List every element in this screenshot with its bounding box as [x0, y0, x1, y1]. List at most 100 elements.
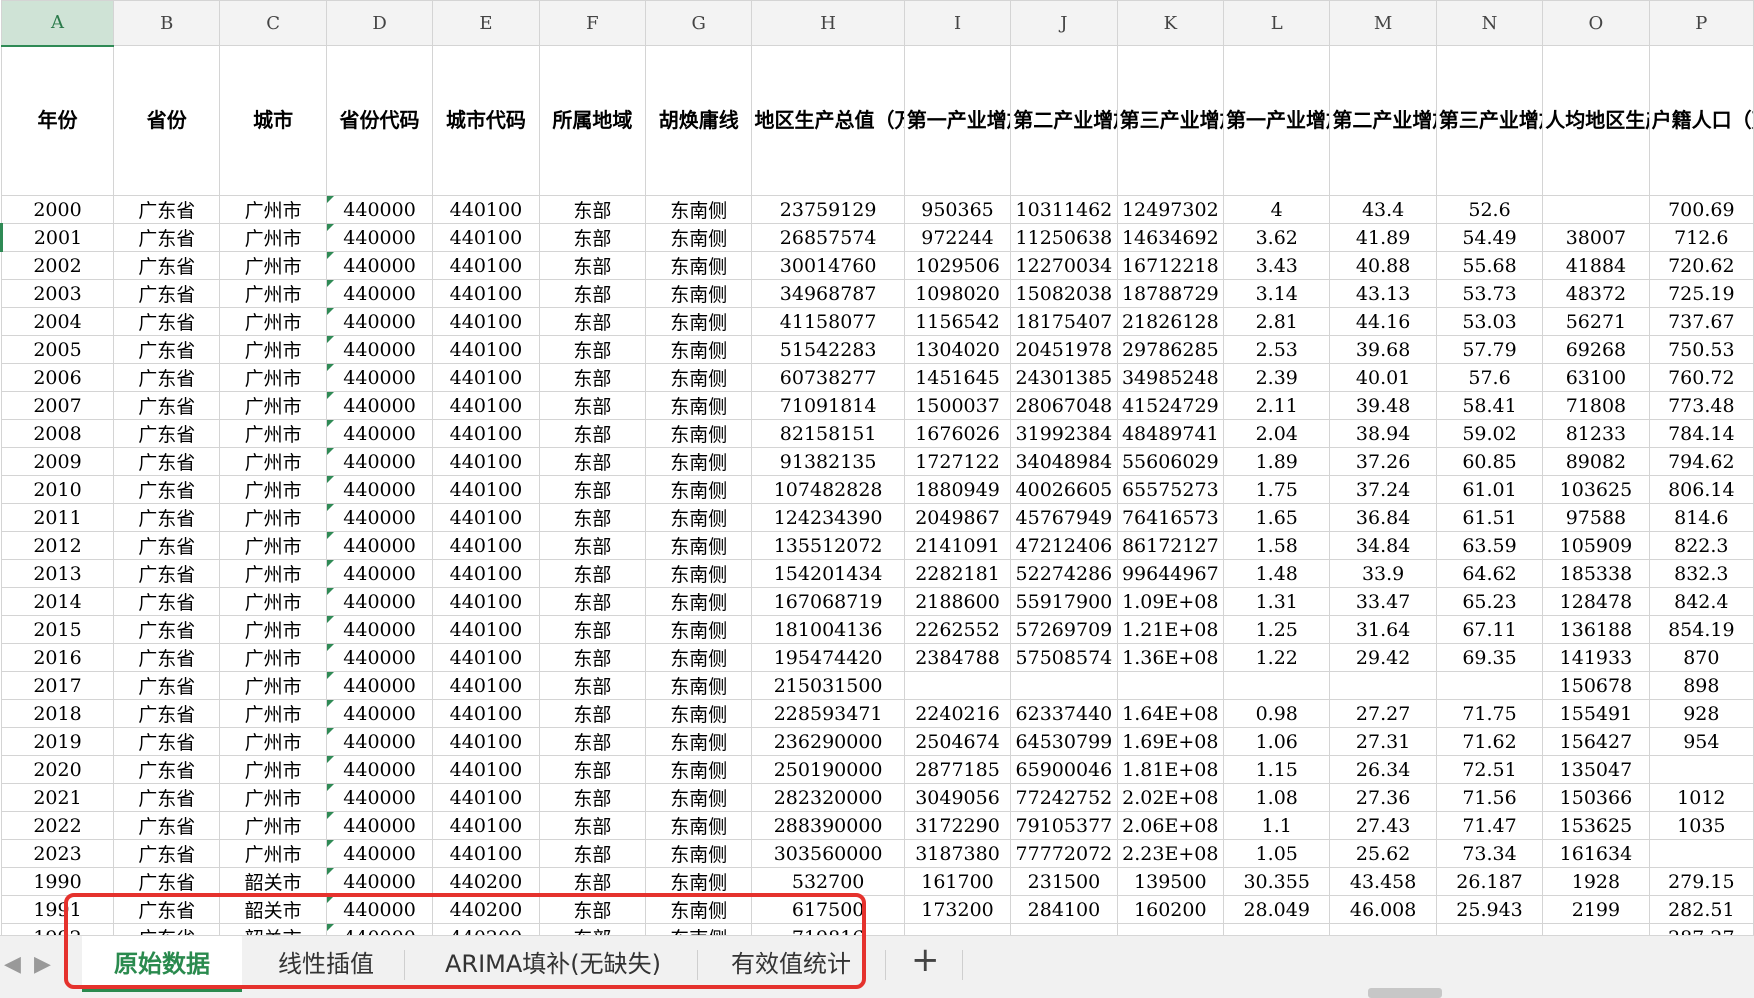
table-cell[interactable]: 东南侧 — [645, 727, 753, 756]
table-cell[interactable]: 1.89 — [1223, 447, 1331, 476]
table-cell[interactable]: 广州市 — [219, 251, 327, 280]
table-cell[interactable]: 282.51 — [1648, 895, 1754, 924]
table-cell[interactable]: 广东省 — [113, 195, 221, 224]
table-cell[interactable]: 195474420 — [751, 643, 905, 672]
table-cell[interactable]: 广东省 — [113, 671, 221, 700]
table-cell[interactable]: 64530799 — [1010, 727, 1118, 756]
table-cell[interactable]: 63.59 — [1435, 531, 1544, 560]
table-cell[interactable]: 822.3 — [1648, 531, 1754, 560]
table-cell[interactable]: 440000 — [325, 223, 434, 252]
table-cell[interactable]: 1451645 — [903, 363, 1012, 392]
table-cell[interactable]: 3.62 — [1223, 223, 1331, 252]
table-cell[interactable]: 12270034 — [1010, 251, 1118, 280]
table-cell[interactable]: 99644967 — [1116, 559, 1225, 588]
table-cell[interactable]: 2.39 — [1223, 363, 1331, 392]
field-header-cell[interactable]: 省份 — [113, 45, 221, 196]
table-cell[interactable]: 55606029 — [1116, 447, 1225, 476]
table-cell[interactable]: 440100 — [432, 279, 540, 308]
table-cell[interactable]: 广州市 — [219, 755, 327, 784]
table-cell[interactable]: 东部 — [538, 755, 647, 784]
table-cell[interactable]: 440000 — [325, 391, 434, 420]
table-cell[interactable] — [1648, 755, 1754, 784]
table-cell[interactable]: 广州市 — [219, 811, 327, 840]
table-cell[interactable]: 60738277 — [751, 363, 905, 392]
table-cell[interactable]: 135512072 — [751, 531, 905, 560]
table-cell[interactable]: 东部 — [538, 727, 647, 756]
table-cell[interactable]: 36.84 — [1329, 503, 1437, 532]
table-cell[interactable]: 1.48 — [1223, 559, 1331, 588]
table-cell[interactable]: 440000 — [325, 839, 434, 868]
table-cell[interactable]: 103625 — [1542, 475, 1650, 504]
table-cell[interactable]: 41524729 — [1116, 391, 1225, 420]
table-cell[interactable]: 广东省 — [113, 531, 221, 560]
table-cell[interactable]: 1.25 — [1223, 615, 1331, 644]
table-cell[interactable]: 4 — [1223, 195, 1331, 224]
table-cell[interactable]: 广东省 — [113, 811, 221, 840]
table-cell[interactable]: 广州市 — [219, 531, 327, 560]
table-cell[interactable]: 18788729 — [1116, 279, 1225, 308]
table-cell[interactable]: 287.27 — [1648, 923, 1754, 935]
table-cell[interactable] — [1435, 671, 1544, 700]
table-cell[interactable]: 广东省 — [113, 419, 221, 448]
table-cell[interactable]: 2009 — [0, 447, 115, 476]
table-cell[interactable]: 44.16 — [1329, 307, 1437, 336]
table-cell[interactable]: 1035 — [1648, 811, 1754, 840]
table-cell[interactable]: 440100 — [432, 671, 540, 700]
table-cell[interactable]: 31992384 — [1010, 419, 1118, 448]
table-cell[interactable]: 30.355 — [1223, 867, 1331, 896]
table-cell[interactable]: 广州市 — [219, 615, 327, 644]
table-cell[interactable]: 440000 — [325, 307, 434, 336]
table-cell[interactable]: 广东省 — [113, 727, 221, 756]
table-cell[interactable]: 124234390 — [751, 503, 905, 532]
table-cell[interactable]: 2.81 — [1223, 307, 1331, 336]
table-cell[interactable]: 150678 — [1542, 671, 1650, 700]
table-cell[interactable]: 10311462 — [1010, 195, 1118, 224]
table-cell[interactable]: 89082 — [1542, 447, 1650, 476]
table-cell[interactable]: 广州市 — [219, 783, 327, 812]
table-cell[interactable]: 广州市 — [219, 279, 327, 308]
table-cell[interactable]: 46.008 — [1329, 895, 1437, 924]
table-cell[interactable]: 15082038 — [1010, 279, 1118, 308]
table-cell[interactable]: 440200 — [432, 923, 540, 935]
table-cell[interactable]: 东部 — [538, 895, 647, 924]
table-cell[interactable]: 1.31 — [1223, 587, 1331, 616]
table-cell[interactable]: 12497302 — [1116, 195, 1225, 224]
table-cell[interactable]: 广州市 — [219, 223, 327, 252]
table-cell[interactable]: 2.04 — [1223, 419, 1331, 448]
table-cell[interactable]: 2504674 — [903, 727, 1012, 756]
table-cell[interactable]: 1.22 — [1223, 643, 1331, 672]
table-cell[interactable]: 东南侧 — [645, 503, 753, 532]
table-cell[interactable]: 1.06 — [1223, 727, 1331, 756]
table-cell[interactable]: 1.08 — [1223, 783, 1331, 812]
table-cell[interactable]: 57508574 — [1010, 643, 1118, 672]
table-cell[interactable]: 2.23E+08 — [1116, 839, 1225, 868]
table-cell[interactable]: 773.48 — [1648, 391, 1754, 420]
table-cell[interactable]: 56271 — [1542, 307, 1650, 336]
table-cell[interactable]: 57.79 — [1435, 335, 1544, 364]
table-cell[interactable]: 236290000 — [751, 727, 905, 756]
table-cell[interactable]: 广东省 — [113, 251, 221, 280]
field-header-cell[interactable]: 第二产业增加值占GDP比重（%） — [1329, 45, 1437, 196]
table-cell[interactable] — [1010, 671, 1118, 700]
table-cell[interactable]: 440000 — [325, 783, 434, 812]
table-cell[interactable]: 440100 — [432, 811, 540, 840]
table-cell[interactable]: 53.03 — [1435, 307, 1544, 336]
column-header-l[interactable]: L — [1223, 0, 1331, 46]
table-cell[interactable]: 21826128 — [1116, 307, 1225, 336]
table-cell[interactable]: 11250638 — [1010, 223, 1118, 252]
table-cell[interactable]: 725.19 — [1648, 279, 1754, 308]
table-cell[interactable]: 2384788 — [903, 643, 1012, 672]
column-header-m[interactable]: M — [1329, 0, 1437, 46]
table-cell[interactable]: 62337440 — [1010, 699, 1118, 728]
table-cell[interactable]: 1500037 — [903, 391, 1012, 420]
table-cell[interactable]: 128478 — [1542, 587, 1650, 616]
table-cell[interactable]: 440000 — [325, 503, 434, 532]
table-cell[interactable]: 43.13 — [1329, 279, 1437, 308]
field-header-cell[interactable]: 年份 — [0, 45, 115, 196]
table-cell[interactable]: 1.58 — [1223, 531, 1331, 560]
table-cell[interactable]: 东部 — [538, 615, 647, 644]
field-header-cell[interactable]: 第三产业增加值（万元） — [1116, 45, 1225, 196]
table-cell[interactable]: 71.47 — [1435, 811, 1544, 840]
table-cell[interactable]: 215031500 — [751, 671, 905, 700]
table-cell[interactable]: 广东省 — [113, 615, 221, 644]
